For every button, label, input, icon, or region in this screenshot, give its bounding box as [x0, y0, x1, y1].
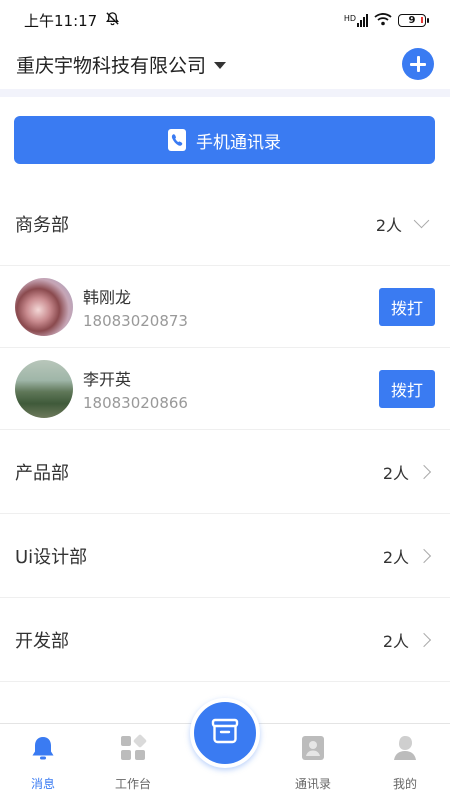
status-bar: 上午11:17 HD 9: [0, 0, 450, 40]
call-button[interactable]: 拨打: [379, 287, 435, 326]
dept-count: 2人: [382, 631, 409, 651]
nav-label: 工作台: [114, 777, 151, 791]
mute-alarm-icon: [105, 11, 120, 30]
dept-row[interactable]: 开发部 2人: [0, 598, 450, 682]
dept-name: 开发部: [15, 630, 69, 652]
member-row: 李开英 18083020866 拨打: [0, 348, 450, 430]
avatar: [15, 359, 73, 418]
person-icon: [391, 734, 419, 765]
nav-label: 通讯录: [294, 777, 331, 791]
center-action-button[interactable]: [190, 698, 260, 768]
dept-row[interactable]: 商务部 2人: [0, 182, 450, 266]
header: 重庆宇物科技有限公司: [0, 40, 450, 88]
nav-label: 消息: [30, 777, 55, 791]
dept-name: Ui设计部: [15, 546, 88, 568]
nav-item-contacts[interactable]: 通讯录: [278, 734, 348, 792]
contact-card-icon: [299, 734, 327, 765]
phonebook-icon: [168, 129, 186, 151]
member-row: 韩刚龙 18083020873 拨打: [0, 266, 450, 348]
wifi-icon: [374, 12, 392, 29]
dept-count: 2人: [375, 215, 402, 235]
phone-contacts-label: 手机通讯录: [196, 132, 281, 153]
member-name: 李开英: [83, 369, 132, 389]
dept-row[interactable]: 产品部 2人: [0, 430, 450, 514]
chevron-down-icon: [413, 212, 430, 229]
dept-name: 商务部: [15, 214, 69, 236]
member-phone: 18083020873: [83, 311, 188, 330]
status-time: 上午11:17: [24, 11, 98, 30]
dept-row[interactable]: Ui设计部 2人: [0, 514, 450, 598]
phone-contacts-button[interactable]: 手机通讯录: [14, 116, 435, 164]
add-button[interactable]: [402, 48, 434, 80]
battery-level: 9: [408, 14, 416, 26]
signal-icon: HD: [343, 13, 368, 27]
basket-icon: [210, 718, 240, 748]
dept-name: 产品部: [15, 462, 69, 484]
battery-icon: 9: [398, 13, 429, 27]
nav-label: 我的: [392, 777, 417, 791]
company-name: 重庆宇物科技有限公司: [16, 54, 207, 77]
nav-item-profile[interactable]: 我的: [370, 734, 440, 792]
member-name: 韩刚龙: [83, 287, 132, 307]
avatar: [15, 277, 73, 336]
company-selector[interactable]: 重庆宇物科技有限公司: [16, 51, 227, 78]
call-button[interactable]: 拨打: [379, 369, 435, 408]
nav-item-workbench[interactable]: 工作台: [98, 734, 168, 792]
caret-down-icon: [214, 61, 227, 69]
dept-count: 2人: [382, 547, 409, 567]
chevron-right-icon: [416, 464, 432, 479]
member-phone: 18083020866: [83, 393, 188, 412]
network-label: HD: [343, 13, 356, 23]
divider-band: [0, 89, 450, 97]
bell-icon: [29, 734, 57, 765]
chevron-right-icon: [416, 548, 432, 563]
chevron-right-icon: [416, 632, 432, 647]
nav-item-messages[interactable]: 消息: [8, 734, 78, 792]
dept-count: 2人: [382, 463, 409, 483]
grid-icon: [119, 734, 147, 765]
